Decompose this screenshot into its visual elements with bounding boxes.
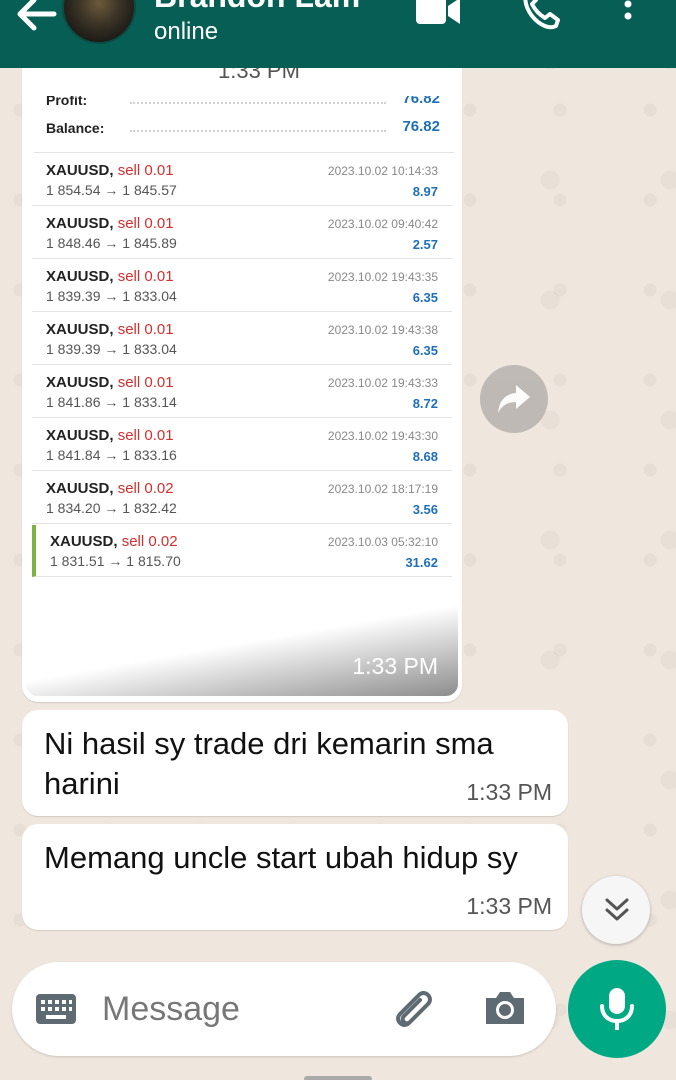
trade-profit: 6.35	[412, 343, 438, 358]
trade-symbol: XAUUSD,	[46, 162, 114, 179]
summary-label: Profit:	[46, 96, 88, 108]
scroll-to-bottom-button[interactable]	[582, 876, 650, 944]
paperclip-icon[interactable]	[390, 986, 436, 1032]
trade-side: sell 0.01	[117, 427, 174, 444]
trade-prices: 1 854.54 → 1 845.57	[46, 182, 177, 198]
summary-value: 76.82	[402, 118, 440, 135]
message-composer	[12, 962, 556, 1056]
double-chevron-down-icon	[605, 898, 629, 921]
image-time-shade	[26, 606, 458, 696]
trade-row: XAUUSD, sell 0.01 1 839.39 → 1 833.04 20…	[32, 313, 452, 365]
trade-date: 2023.10.02 18:17:19	[327, 482, 438, 496]
chat-header: Brandon Lam online	[0, 0, 676, 68]
trade-side: sell 0.01	[117, 215, 174, 232]
back-arrow-icon[interactable]	[14, 0, 60, 34]
summary-row-balance: Balance: 76.82	[46, 116, 456, 142]
trade-symbol: XAUUSD,	[50, 533, 118, 550]
video-call-icon[interactable]	[414, 0, 462, 28]
trade-side: sell 0.01	[117, 374, 174, 391]
trade-profit: 31.62	[405, 555, 438, 570]
divider	[34, 152, 454, 153]
trade-date: 2023.10.02 19:43:33	[327, 376, 438, 390]
trade-side: sell 0.01	[117, 268, 174, 285]
forward-icon	[498, 385, 530, 413]
trade-date: 2023.10.03 05:32:10	[327, 535, 438, 549]
trade-profit: 2.57	[412, 237, 438, 252]
image-message-bubble[interactable]: 1:33 PM Profit: 76.82 Balance: 76.82 XAU…	[22, 40, 462, 702]
summary-label: Balance:	[46, 120, 105, 136]
message-time: 1:33 PM	[352, 653, 438, 679]
mic-icon	[600, 988, 634, 1030]
trade-profit: 8.72	[412, 396, 438, 411]
trade-symbol: XAUUSD,	[46, 427, 114, 444]
trade-prices: 1 841.86 → 1 833.14	[46, 394, 177, 410]
message-time: 1:33 PM	[466, 779, 552, 805]
trade-profit: 8.97	[412, 184, 438, 199]
text-message-bubble[interactable]: Memang uncle start ubah hidup sy 1:33 PM	[22, 824, 568, 930]
trade-prices: 1 848.46 → 1 845.89	[46, 235, 177, 251]
contact-name[interactable]: Brandon Lam	[154, 0, 360, 15]
home-indicator	[304, 1076, 372, 1080]
trade-date: 2023.10.02 09:40:42	[327, 217, 438, 231]
trade-row: XAUUSD, sell 0.01 1 841.84 → 1 833.16 20…	[32, 419, 452, 471]
trade-row: XAUUSD, sell 0.01 1 848.46 → 1 845.89 20…	[32, 207, 452, 259]
voice-message-button[interactable]	[568, 960, 666, 1058]
contact-status: online	[154, 18, 219, 45]
trade-profit: 3.56	[412, 502, 438, 517]
trade-date: 2023.10.02 19:43:30	[327, 429, 438, 443]
forward-button[interactable]	[480, 365, 548, 433]
trade-history-screenshot[interactable]: Profit: 76.82 Balance: 76.82 XAUUSD, sel…	[26, 96, 458, 696]
trade-row: XAUUSD, sell 0.01 1 854.54 → 1 845.57 20…	[32, 154, 452, 206]
avatar[interactable]	[62, 0, 136, 44]
trade-row: XAUUSD, sell 0.02 1 834.20 → 1 832.42 20…	[32, 472, 452, 524]
phone-icon[interactable]	[520, 0, 560, 30]
message-input[interactable]	[102, 986, 362, 1032]
message-text: Ni hasil sy trade dri kemarin sma harini	[44, 726, 494, 801]
message-text: Memang uncle start ubah hidup sy	[44, 840, 518, 875]
trade-side: sell 0.02	[117, 480, 174, 497]
trade-row: XAUUSD, sell 0.01 1 841.86 → 1 833.14 20…	[32, 366, 452, 418]
trade-symbol: XAUUSD,	[46, 480, 114, 497]
trade-side: sell 0.01	[117, 321, 174, 338]
trade-date: 2023.10.02 19:43:38	[327, 323, 438, 337]
trade-prices: 1 834.20 → 1 832.42	[46, 500, 177, 516]
trade-date: 2023.10.02 10:14:33	[327, 164, 438, 178]
trade-prices: 1 841.84 → 1 833.16	[46, 447, 177, 463]
trade-symbol: XAUUSD,	[46, 321, 114, 338]
trade-prices: 1 831.51 → 1 815.70	[50, 553, 181, 569]
trade-profit: 6.35	[412, 290, 438, 305]
message-time: 1:33 PM	[466, 893, 552, 919]
trade-side: sell 0.02	[121, 533, 178, 550]
more-vert-icon[interactable]	[616, 0, 640, 30]
camera-icon[interactable]	[482, 988, 528, 1028]
summary-value: 76.82	[402, 96, 440, 107]
trade-side: sell 0.01	[117, 162, 174, 179]
keyboard-icon[interactable]	[36, 994, 76, 1024]
trade-profit: 8.68	[412, 449, 438, 464]
trade-prices: 1 839.39 → 1 833.04	[46, 288, 177, 304]
summary-row-profit: Profit: 76.82	[46, 96, 456, 114]
trade-row: XAUUSD, sell 0.01 1 839.39 → 1 833.04 20…	[32, 260, 452, 312]
trade-prices: 1 839.39 → 1 833.04	[46, 341, 177, 357]
trade-row-selected: XAUUSD, sell 0.02 1 831.51 → 1 815.70 20…	[32, 525, 452, 577]
trade-symbol: XAUUSD,	[46, 374, 114, 391]
text-message-bubble[interactable]: Ni hasil sy trade dri kemarin sma harini…	[22, 710, 568, 816]
trade-date: 2023.10.02 19:43:35	[327, 270, 438, 284]
trade-symbol: XAUUSD,	[46, 215, 114, 232]
trade-symbol: XAUUSD,	[46, 268, 114, 285]
